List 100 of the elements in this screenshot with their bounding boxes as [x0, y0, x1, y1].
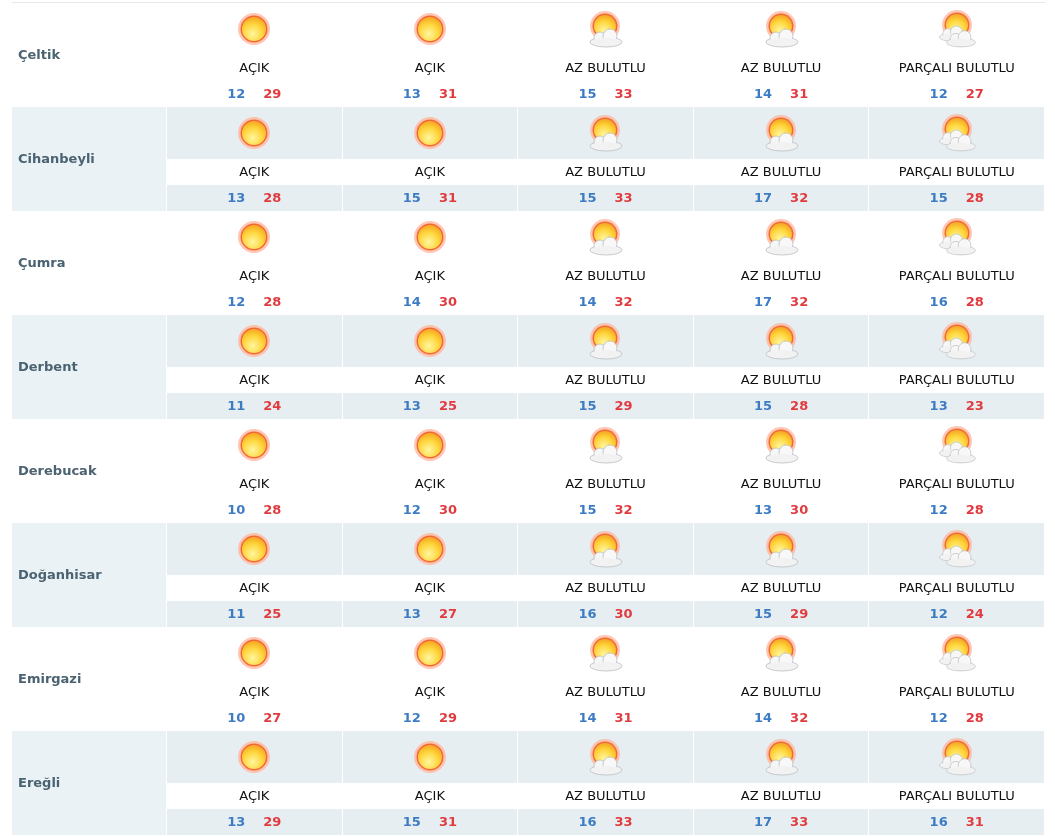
weather-condition: AÇIK: [414, 371, 445, 390]
min-temperature: 14: [402, 293, 421, 312]
weather-condition: PARÇALI BULUTLU: [898, 787, 1015, 806]
max-temperature: 29: [790, 605, 809, 624]
max-temperature: 28: [965, 293, 984, 312]
weather-condition: AZ BULUTLU: [565, 475, 646, 494]
max-temperature: 30: [790, 501, 809, 520]
min-temperature: 15: [578, 501, 597, 520]
max-temperature: 28: [263, 501, 282, 520]
max-temperature: 33: [790, 813, 809, 832]
max-temperature: 29: [438, 709, 457, 728]
min-temperature: 15: [929, 189, 948, 208]
weather-condition: AZ BULUTLU: [740, 683, 822, 702]
weather-condition: PARÇALI BULUTLU: [898, 59, 1015, 78]
min-temperature: 15: [402, 813, 421, 832]
weather-condition: AÇIK: [239, 475, 270, 494]
min-temperature: 10: [227, 501, 246, 520]
max-temperature: 31: [438, 189, 457, 208]
sun-clouds-icon: [936, 425, 977, 465]
max-temperature: 32: [614, 501, 633, 520]
max-temperature: 32: [790, 709, 809, 728]
max-temperature: 28: [965, 501, 984, 520]
weather-condition: AZ BULUTLU: [740, 59, 822, 78]
min-temperature: 14: [578, 293, 597, 312]
weather-condition: PARÇALI BULUTLU: [898, 683, 1015, 702]
max-temperature: 28: [965, 189, 984, 208]
city-name: Derbent: [12, 315, 167, 419]
min-temperature: 13: [402, 85, 421, 104]
sun-clouds-icon: [936, 737, 977, 777]
max-temperature: 30: [614, 605, 633, 624]
min-temperature: 12: [227, 85, 246, 104]
max-temperature: 33: [614, 813, 633, 832]
city-name: Cihanbeyli: [12, 107, 167, 211]
max-temperature: 25: [438, 397, 457, 416]
weather-condition: AÇIK: [239, 371, 270, 390]
max-temperature: 29: [263, 813, 282, 832]
weather-condition: AZ BULUTLU: [740, 475, 822, 494]
weather-condition: AÇIK: [414, 475, 445, 494]
max-temperature: 31: [438, 813, 457, 832]
min-temperature: 16: [929, 293, 948, 312]
weather-condition: PARÇALI BULUTLU: [898, 371, 1015, 390]
weather-condition: PARÇALI BULUTLU: [898, 475, 1015, 494]
weather-condition: PARÇALI BULUTLU: [898, 579, 1015, 598]
min-temperature: 11: [227, 605, 246, 624]
min-temperature: 13: [227, 189, 246, 208]
min-temperature: 12: [402, 501, 421, 520]
max-temperature: 23: [965, 397, 984, 416]
weather-condition: AZ BULUTLU: [740, 787, 822, 806]
min-temperature: 13: [929, 397, 948, 416]
max-temperature: 29: [263, 85, 282, 104]
max-temperature: 33: [614, 189, 633, 208]
max-temperature: 27: [965, 85, 984, 104]
max-temperature: 27: [438, 605, 457, 624]
sun-clouds-icon: [936, 9, 977, 49]
weather-condition: AÇIK: [239, 163, 270, 182]
weather-condition: AZ BULUTLU: [740, 371, 822, 390]
max-temperature: 28: [263, 293, 282, 312]
min-temperature: 13: [754, 501, 773, 520]
weather-condition: AZ BULUTLU: [565, 267, 646, 286]
min-temperature: 12: [929, 85, 948, 104]
sun-clouds-icon: [936, 529, 977, 569]
min-temperature: 15: [402, 189, 421, 208]
weather-condition: AZ BULUTLU: [565, 371, 646, 390]
weather-condition: AZ BULUTLU: [565, 579, 646, 598]
city-name: Doğanhisar: [12, 523, 167, 627]
max-temperature: 31: [614, 709, 633, 728]
weather-condition: AZ BULUTLU: [740, 267, 822, 286]
max-temperature: 31: [965, 813, 984, 832]
weather-condition: AÇIK: [414, 59, 445, 78]
weather-condition: AÇIK: [414, 267, 445, 286]
weather-condition: AZ BULUTLU: [740, 163, 822, 182]
min-temperature: 16: [929, 813, 948, 832]
min-temperature: 12: [929, 501, 948, 520]
max-temperature: 31: [790, 85, 809, 104]
weather-condition: AÇIK: [414, 683, 445, 702]
min-temperature: 10: [227, 709, 246, 728]
min-temperature: 15: [754, 605, 773, 624]
min-temperature: 12: [227, 293, 246, 312]
max-temperature: 28: [790, 397, 809, 416]
min-temperature: 12: [929, 605, 948, 624]
weather-condition: AÇIK: [414, 579, 445, 598]
max-temperature: 33: [614, 85, 633, 104]
max-temperature: 24: [965, 605, 984, 624]
weather-condition: PARÇALI BULUTLU: [898, 267, 1015, 286]
weather-condition: AZ BULUTLU: [565, 787, 646, 806]
min-temperature: 16: [578, 605, 597, 624]
sun-clouds-icon: [936, 217, 977, 257]
weather-condition: AÇIK: [239, 267, 270, 286]
weather-condition: AÇIK: [239, 787, 270, 806]
min-temperature: 14: [754, 85, 773, 104]
min-temperature: 17: [754, 189, 773, 208]
weather-condition: AÇIK: [239, 683, 270, 702]
min-temperature: 16: [578, 813, 597, 832]
weather-condition: AÇIK: [414, 163, 445, 182]
max-temperature: 24: [263, 397, 282, 416]
max-temperature: 30: [438, 293, 457, 312]
weather-condition: AÇIK: [239, 579, 270, 598]
max-temperature: 27: [263, 709, 282, 728]
min-temperature: 12: [929, 709, 948, 728]
min-temperature: 17: [754, 293, 773, 312]
